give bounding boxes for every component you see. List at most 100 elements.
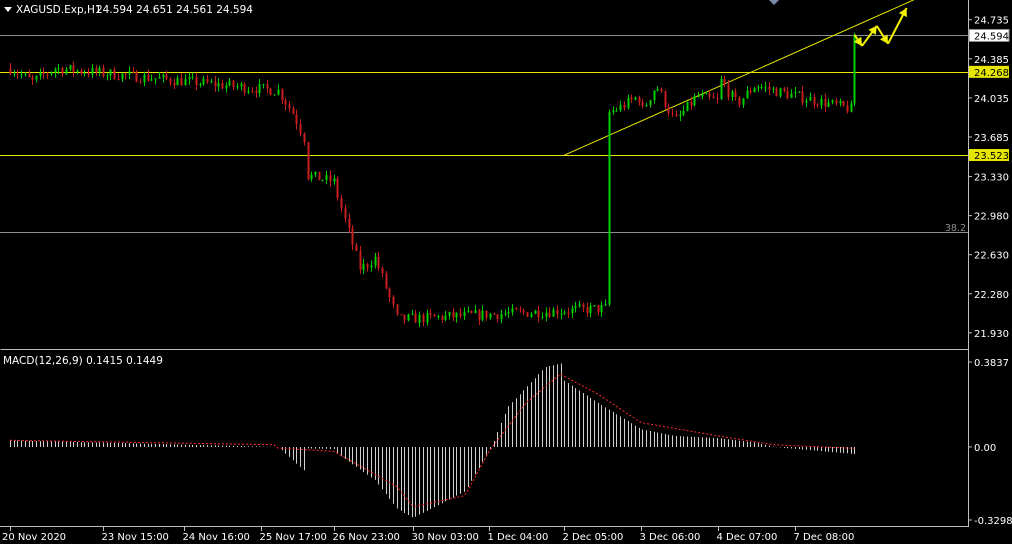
candle-body bbox=[682, 110, 685, 115]
candle-body bbox=[727, 84, 730, 97]
candle-body bbox=[560, 313, 563, 315]
candle-body bbox=[627, 97, 630, 108]
time-tick-label: 25 Nov 17:00 bbox=[260, 532, 327, 543]
candle-body bbox=[660, 88, 663, 92]
candle-body bbox=[28, 73, 31, 78]
candle-body bbox=[325, 175, 328, 181]
candle-body bbox=[504, 313, 507, 315]
candle-body bbox=[392, 296, 395, 305]
candle-body bbox=[355, 244, 358, 251]
candle-body bbox=[150, 79, 153, 81]
candle-body bbox=[20, 74, 23, 76]
candle-body bbox=[772, 88, 775, 90]
price-label-text: 23.523 bbox=[974, 151, 1009, 162]
candle-body bbox=[374, 256, 377, 266]
candle-body bbox=[362, 264, 365, 270]
candle-body bbox=[344, 208, 347, 219]
candle-body bbox=[693, 96, 696, 106]
candle-body bbox=[24, 73, 27, 75]
candle-body bbox=[571, 308, 574, 314]
candle-body bbox=[158, 77, 161, 79]
candle-body bbox=[407, 314, 410, 321]
candle-body bbox=[667, 106, 670, 114]
time-tick-label: 2 Dec 05:00 bbox=[563, 532, 624, 543]
candle-body bbox=[638, 97, 641, 103]
candle-body bbox=[340, 197, 343, 209]
candle-body bbox=[135, 71, 138, 82]
time-tick-label: 7 Dec 08:00 bbox=[794, 532, 855, 543]
candle-body bbox=[13, 73, 16, 75]
candle-body bbox=[448, 312, 451, 316]
candle-body bbox=[816, 104, 819, 106]
trading-chart[interactable]: XAGUSD.Exp,H1 24.594 24.651 24.561 24.59… bbox=[0, 0, 1012, 544]
candle-body bbox=[418, 314, 421, 323]
candle-body bbox=[853, 35, 856, 104]
candle-body bbox=[452, 312, 455, 318]
price-tick-label: 24.035 bbox=[974, 94, 1009, 105]
candle-body bbox=[623, 104, 626, 108]
candle-body bbox=[54, 69, 57, 73]
candle-body bbox=[243, 84, 246, 93]
price-tick-label: 24.385 bbox=[974, 55, 1009, 66]
candle-body bbox=[530, 313, 533, 317]
candle-body bbox=[671, 113, 674, 115]
candle-body bbox=[790, 93, 793, 98]
candle-body bbox=[385, 273, 388, 289]
candle-body bbox=[809, 96, 812, 101]
candle-body bbox=[61, 68, 64, 74]
candle-body bbox=[65, 69, 68, 74]
candle-body bbox=[552, 309, 555, 317]
candle-body bbox=[467, 311, 470, 313]
price-tick-label: 21.930 bbox=[974, 329, 1009, 340]
time-tick-label: 3 Dec 06:00 bbox=[640, 532, 701, 543]
candle-body bbox=[742, 98, 745, 105]
candle-body bbox=[422, 314, 425, 323]
candle-body bbox=[463, 311, 466, 317]
ohlc-readout: 24.594 24.651 24.561 24.594 bbox=[96, 4, 253, 16]
candle-body bbox=[351, 227, 354, 245]
candle-body bbox=[176, 78, 179, 86]
candle-body bbox=[619, 104, 622, 111]
candle-body bbox=[690, 101, 693, 106]
candle-body bbox=[515, 308, 518, 310]
candle-body bbox=[489, 313, 492, 319]
candle-body bbox=[753, 88, 756, 93]
candle-body bbox=[705, 93, 708, 95]
candle-body bbox=[80, 70, 83, 74]
candle-body bbox=[251, 90, 254, 92]
candle-body bbox=[232, 80, 235, 87]
candle-body bbox=[247, 90, 250, 93]
fib-level-label: 38.2 bbox=[945, 223, 966, 234]
candle-body bbox=[236, 86, 239, 88]
price-tick-label: 24.735 bbox=[974, 16, 1009, 27]
candle-body bbox=[228, 80, 231, 86]
candle-body bbox=[630, 97, 633, 100]
candle-body bbox=[214, 81, 217, 87]
candle-body bbox=[433, 314, 436, 317]
candle-body bbox=[288, 104, 291, 109]
candle-body bbox=[225, 85, 228, 89]
candle-body bbox=[768, 86, 771, 90]
candle-body bbox=[478, 310, 481, 320]
candle-body bbox=[35, 76, 38, 80]
candle-body bbox=[593, 305, 596, 307]
candle-body bbox=[846, 105, 849, 112]
price-label-text: 24.268 bbox=[974, 68, 1009, 79]
candle-body bbox=[589, 305, 592, 314]
candle-body bbox=[292, 108, 295, 115]
candle-body bbox=[615, 110, 618, 112]
candle-body bbox=[95, 67, 98, 73]
candle-body bbox=[314, 171, 317, 175]
chart-background bbox=[0, 0, 1012, 544]
candle-body bbox=[831, 100, 834, 103]
time-tick-label: 20 Nov 2020 bbox=[2, 532, 66, 543]
candle-body bbox=[240, 84, 243, 87]
candle-body bbox=[91, 67, 94, 75]
candle-body bbox=[779, 88, 782, 97]
candle-body bbox=[277, 89, 280, 95]
candle-body bbox=[712, 96, 715, 99]
candle-body bbox=[507, 312, 510, 314]
candle-body bbox=[307, 142, 310, 180]
candle-body bbox=[545, 312, 548, 317]
candle-body bbox=[121, 73, 124, 80]
